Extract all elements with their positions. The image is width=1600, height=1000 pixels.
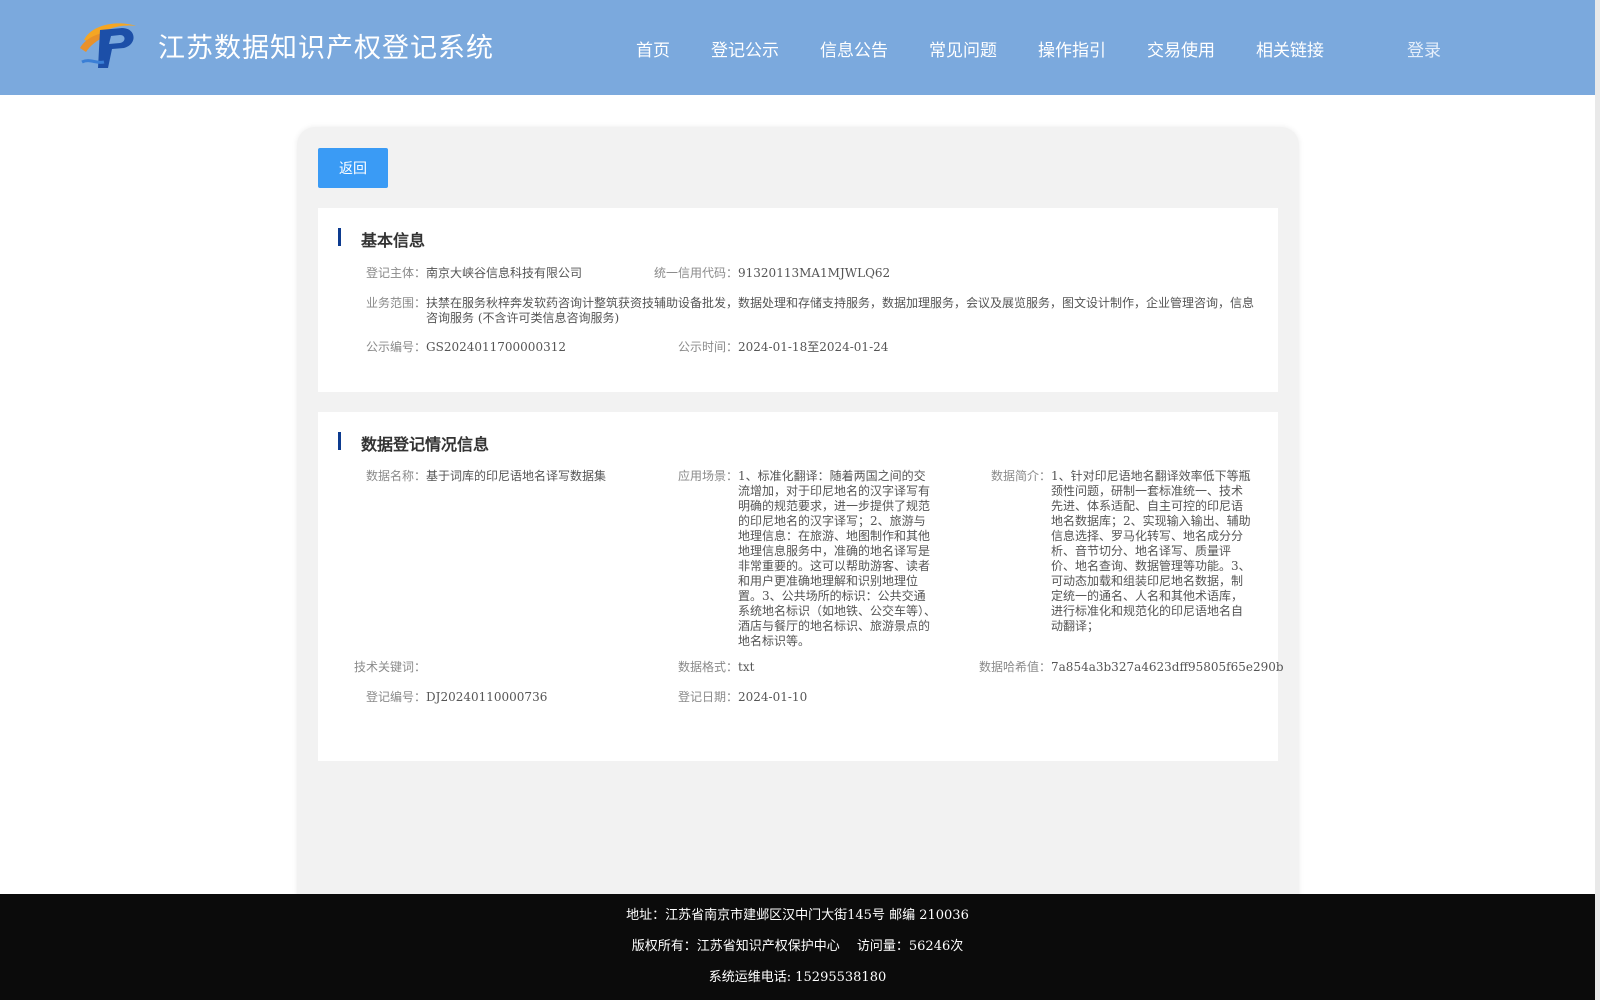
page-scrollbar[interactable] (1595, 0, 1600, 1000)
intro-field: 数据简介： 1、针对印尼语地名翻译效率低下等瓶颈性问题，研制一套标准统一、技术先… (991, 469, 1251, 634)
pub-time-field: 公示时间： 2024-01-18至2024-01-24 (678, 340, 888, 355)
nav-registration-publicity[interactable]: 登记公示 (711, 36, 779, 61)
hash-field: 数据哈希值： 7a854a3b327a4623dff95805f65e290b (979, 660, 1284, 675)
intro-label: 数据简介： (991, 469, 1052, 483)
reg-no-value: DJ20240110000736 (426, 690, 548, 704)
data-name-field: 数据名称： 基于词库的印尼语地名译写数据集 (366, 469, 606, 484)
registration-info-title: 数据登记情况信息 (361, 435, 490, 454)
detail-panel: 返回 基本信息 登记主体： 南京大峡谷信息科技有限公司 统一信用代码： 9132… (297, 127, 1299, 907)
subject-label: 登记主体： (366, 266, 427, 280)
scope-value: 扶禁在服务秋梓奔发软药咨询计整筑获资技辅助设备批发，数据处理和存储支持服务，数据… (426, 296, 1255, 325)
registration-info-card: 数据登记情况信息 数据名称： 基于词库的印尼语地名译写数据集 应用场景： 1、标… (318, 412, 1284, 761)
format-field: 数据格式： txt (678, 660, 754, 675)
reg-date-value: 2024-01-10 (738, 690, 808, 704)
footer-address: 地址：江苏省南京市建邺区汉中门大街145号 邮编 210036 (626, 908, 969, 923)
reg-no-field: 登记编号： DJ20240110000736 (366, 690, 547, 705)
nav-guide[interactable]: 操作指引 (1038, 36, 1106, 61)
hash-label: 数据哈希值： (979, 660, 1052, 674)
section-marker (338, 432, 341, 450)
pub-no-label: 公示编号： (366, 340, 427, 354)
pub-time-value: 2024-01-18至2024-01-24 (738, 340, 889, 354)
scenario-label: 应用场景： (678, 469, 739, 483)
credit-code-value: 91320113MA1MJWLQ62 (738, 266, 891, 280)
intro-value: 1、针对印尼语地名翻译效率低下等瓶颈性问题，研制一套标准统一、技术先进、体系适配… (1051, 469, 1251, 633)
nav-announcements[interactable]: 信息公告 (820, 36, 888, 61)
main-nav: 首页 登记公示 信息公告 常见问题 操作指引 交易使用 相关链接 (636, 36, 1365, 61)
header-bar: 江苏数据知识产权登记系统 首页 登记公示 信息公告 常见问题 操作指引 交易使用… (0, 0, 1595, 95)
scenario-field: 应用场景： 1、标准化翻译：随着两国之间的交流增加，对于印尼地名的汉字译写有明确… (678, 469, 936, 649)
jiangsu-ip-logo-icon[interactable] (78, 18, 140, 72)
reg-date-label: 登记日期： (678, 690, 739, 704)
data-name-value: 基于词库的印尼语地名译写数据集 (426, 469, 607, 483)
section-marker (338, 228, 341, 246)
data-name-label: 数据名称： (366, 469, 427, 483)
scope-field: 业务范围： 扶禁在服务秋梓奔发软药咨询计整筑获资技辅助设备批发，数据处理和存储支… (366, 296, 1266, 326)
reg-no-label: 登记编号： (366, 690, 427, 704)
basic-info-card: 基本信息 登记主体： 南京大峡谷信息科技有限公司 统一信用代码： 9132011… (318, 208, 1278, 392)
format-label: 数据格式： (678, 660, 739, 674)
back-button[interactable]: 返回 (318, 148, 388, 188)
subject-field: 登记主体： 南京大峡谷信息科技有限公司 (366, 266, 582, 281)
hash-value: 7a854a3b327a4623dff95805f65e290b (1051, 660, 1284, 674)
pub-time-label: 公示时间： (678, 340, 739, 354)
reg-date-field: 登记日期： 2024-01-10 (678, 690, 807, 705)
basic-info-title: 基本信息 (361, 231, 426, 250)
keywords-label: 技术关键词： (354, 660, 427, 674)
credit-code-label: 统一信用代码： (654, 266, 739, 280)
pub-no-field: 公示编号： GS2024011700000312 (366, 340, 566, 355)
site-title: 江苏数据知识产权登记系统 (158, 33, 494, 64)
scope-label: 业务范围： (366, 296, 427, 310)
nav-home[interactable]: 首页 (636, 36, 670, 61)
keywords-field: 技术关键词： (354, 660, 426, 675)
scenario-value: 1、标准化翻译：随着两国之间的交流增加，对于印尼地名的汉字译写有明确的规范要求，… (738, 469, 937, 648)
footer: 地址：江苏省南京市建邺区汉中门大街145号 邮编 210036 版权所有：江苏省… (0, 894, 1595, 1000)
nav-trade-use[interactable]: 交易使用 (1147, 36, 1215, 61)
nav-related-links[interactable]: 相关链接 (1256, 36, 1324, 61)
credit-code-field: 统一信用代码： 91320113MA1MJWLQ62 (654, 266, 890, 281)
footer-phone: 系统运维电话: 15295538180 (708, 970, 887, 985)
nav-faq[interactable]: 常见问题 (929, 36, 997, 61)
subject-value: 南京大峡谷信息科技有限公司 (426, 266, 583, 280)
login-link[interactable]: 登录 (1407, 36, 1441, 61)
format-value: txt (738, 660, 755, 674)
pub-no-value: GS2024011700000312 (426, 340, 566, 354)
footer-copyright: 版权所有：江苏省知识产权保护中心 访问量：56246次 (631, 939, 964, 954)
